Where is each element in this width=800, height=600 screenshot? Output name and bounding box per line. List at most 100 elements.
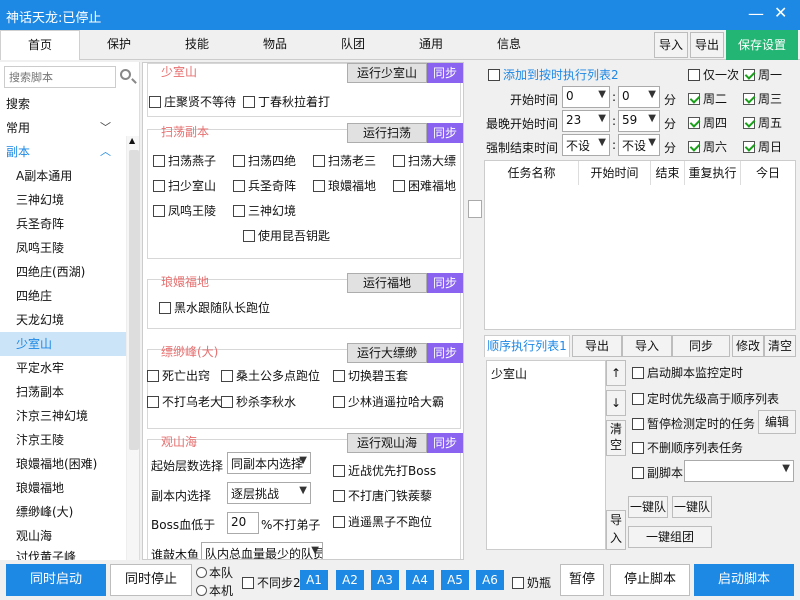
move-up-button[interactable]: ↑	[606, 360, 626, 386]
checkbox-sangtu[interactable]: 桑土公多点跑位	[221, 367, 320, 384]
checkbox-xiaoyao[interactable]: 逍遥黑子不跑位	[333, 513, 432, 530]
sidebar-item-dungeon[interactable]: 副本 ︿	[0, 140, 126, 164]
start-floor-select[interactable]: 同副本内选择 ▼	[227, 452, 311, 474]
checkbox-sd-kunnan[interactable]: 困难福地	[393, 177, 456, 194]
checkbox-sd-laosan[interactable]: 扫荡老三	[313, 152, 376, 169]
save-settings-button[interactable]: 保存设置	[726, 30, 798, 60]
run-fudi-button[interactable]: 运行福地	[347, 273, 427, 293]
tab-general[interactable]: 通用	[392, 30, 470, 60]
checkbox-timer-priority[interactable]: 定时优先级高于顺序列表	[632, 390, 779, 407]
checkbox-siwang[interactable]: 死亡出窍	[147, 367, 210, 384]
inner-select[interactable]: 逐层挑战 ▼	[227, 482, 311, 504]
edit-button[interactable]: 编辑	[758, 410, 796, 434]
run-shaoshishan-button[interactable]: 运行少室山	[347, 63, 427, 83]
checkbox-milk[interactable]: 奶瓶	[512, 574, 551, 591]
one-key-group-button[interactable]: 一键组团	[628, 526, 712, 548]
minimize-icon[interactable]: —	[748, 4, 764, 23]
one-key-team-button-2[interactable]: 一键队	[672, 496, 712, 518]
sidebar-item-langhuan-hard[interactable]: 琅嬛福地(困难)	[0, 452, 126, 476]
export-button[interactable]: 导出	[690, 32, 724, 58]
force-hour-select[interactable]: 不设 ▼	[562, 134, 610, 156]
start-minute-select[interactable]: 0 ▼	[618, 86, 660, 108]
start-script-button[interactable]: 启动脚本	[694, 564, 794, 596]
checkbox-use-key[interactable]: 使用昆吾钥匙	[243, 227, 330, 244]
sidebar-item-taofa[interactable]: 讨伐黄子峰	[0, 548, 126, 560]
checkbox-zhuang[interactable]: 庄聚贤不等待	[149, 93, 236, 110]
latest-hour-select[interactable]: 23 ▼	[562, 110, 610, 132]
column-header[interactable]: 今日	[741, 161, 795, 185]
search-icon[interactable]	[118, 66, 136, 88]
a5-button[interactable]: A5	[441, 570, 469, 590]
checkbox-fri[interactable]: 周五	[743, 114, 782, 131]
checkbox-shaolin[interactable]: 少林逍遥拉哈大霸	[333, 393, 444, 410]
checkbox-once[interactable]: 仅一次	[688, 66, 739, 83]
wooden-fish-select[interactable]: 队内总血量最少的队员 ▼	[201, 542, 323, 559]
start-hour-select[interactable]: 0 ▼	[562, 86, 610, 108]
column-header[interactable]: 结束	[651, 161, 685, 185]
checkbox-sd-fengming[interactable]: 凤鸣王陵	[153, 202, 216, 219]
checkbox-sd-sijue[interactable]: 扫荡四绝	[233, 152, 296, 169]
boss-hp-input[interactable]: 20	[227, 512, 259, 534]
checkbox-pause-detect[interactable]: 暂停检测定时的任务	[632, 415, 755, 432]
sidebar-item-tianlong[interactable]: 天龙幻境	[0, 308, 126, 332]
move-down-button[interactable]: ↓	[606, 390, 626, 416]
latest-minute-select[interactable]: 59 ▼	[618, 110, 660, 132]
checkbox-wulao[interactable]: 不打乌老大	[147, 393, 222, 410]
run-dapiao-button[interactable]: 运行大缥缈	[347, 343, 427, 363]
checkbox-melee-boss[interactable]: 近战优先打Boss	[333, 462, 436, 479]
seq-sync-button[interactable]: 同步	[672, 335, 730, 357]
sidebar-item-shaoshishan[interactable]: 少室山	[0, 332, 126, 356]
list-item[interactable]: 少室山	[491, 365, 527, 382]
sub-script-select[interactable]: ▼	[684, 460, 794, 482]
tab-skills[interactable]: 技能	[158, 30, 236, 60]
checkbox-sun[interactable]: 周日	[743, 138, 782, 155]
sidebar-item-bianjing-sanshen[interactable]: 汴京三神幻境	[0, 404, 126, 428]
checkbox-thu[interactable]: 周四	[688, 114, 727, 131]
checkbox-ding[interactable]: 丁春秋拉着打	[243, 93, 330, 110]
sequence-listbox[interactable]: 少室山	[486, 360, 606, 550]
import-button[interactable]: 导入	[654, 32, 688, 58]
column-header[interactable]: 开始时间	[579, 161, 651, 185]
run-guanshanhai-button[interactable]: 运行观山海	[347, 433, 427, 453]
sync-fudi-button[interactable]: 同步	[427, 273, 463, 293]
stop-all-button[interactable]: 同时停止	[110, 564, 192, 596]
start-all-button[interactable]: 同时启动	[6, 564, 106, 596]
tab-home[interactable]: 首页	[0, 30, 80, 60]
sync-dapiao-button[interactable]: 同步	[427, 343, 463, 363]
seq-import-button[interactable]: 导入	[622, 335, 672, 357]
tab-team[interactable]: 队团	[314, 30, 392, 60]
sidebar-item-a-dungeon[interactable]: A副本通用	[0, 164, 126, 188]
sidebar-item-guanshanhai[interactable]: 观山海	[0, 524, 126, 548]
middle-scrollbar[interactable]	[465, 62, 483, 560]
sidebar-scrollbar[interactable]: ▲	[126, 136, 139, 560]
checkbox-tangmen[interactable]: 不打唐门铁蒺藜	[333, 487, 432, 504]
checkbox-tue[interactable]: 周二	[688, 90, 727, 107]
tab-items[interactable]: 物品	[236, 30, 314, 60]
scroll-up-icon[interactable]: ▲	[129, 136, 135, 145]
sidebar-item-sijue[interactable]: 四绝庄	[0, 284, 126, 308]
sidebar-item-common[interactable]: 常用 ﹀	[0, 116, 126, 140]
sidebar-item-bingsheng[interactable]: 兵圣奇阵	[0, 212, 126, 236]
sidebar-item-saodang[interactable]: 扫荡副本	[0, 380, 126, 404]
list-clear-button[interactable]: 清空	[606, 420, 626, 456]
seq-edit-button[interactable]: 修改	[732, 335, 764, 357]
close-icon[interactable]: ✕	[774, 3, 787, 22]
sync-guanshanhai-button[interactable]: 同步	[427, 433, 463, 453]
one-key-team-button[interactable]: 一键队	[628, 496, 668, 518]
tab-protect[interactable]: 保护	[80, 30, 158, 60]
checkbox-heishui[interactable]: 黑水跟随队长跑位	[159, 299, 270, 316]
checkbox-monitor-timer[interactable]: 启动脚本监控定时	[632, 364, 743, 381]
sidebar-item-sanshen[interactable]: 三神幻境	[0, 188, 126, 212]
search-input[interactable]	[4, 66, 116, 88]
run-saodang-button[interactable]: 运行扫荡	[347, 123, 427, 143]
sidebar-item-langhuan[interactable]: 琅嬛福地	[0, 476, 126, 500]
seq-export-button[interactable]: 导出	[572, 335, 622, 357]
task-table[interactable]: 任务名称 开始时间 结束 重复执行 今日	[484, 160, 796, 330]
pause-button[interactable]: 暂停	[560, 564, 604, 596]
sync-saodang-button[interactable]: 同步	[427, 123, 463, 143]
a1-button[interactable]: A1	[300, 570, 328, 590]
force-minute-select[interactable]: 不设 ▼	[618, 134, 660, 156]
checkbox-wed[interactable]: 周三	[743, 90, 782, 107]
checkbox-sd-bingsheng[interactable]: 兵圣奇阵	[233, 177, 296, 194]
sidebar-item-fengming[interactable]: 凤鸣王陵	[0, 236, 126, 260]
